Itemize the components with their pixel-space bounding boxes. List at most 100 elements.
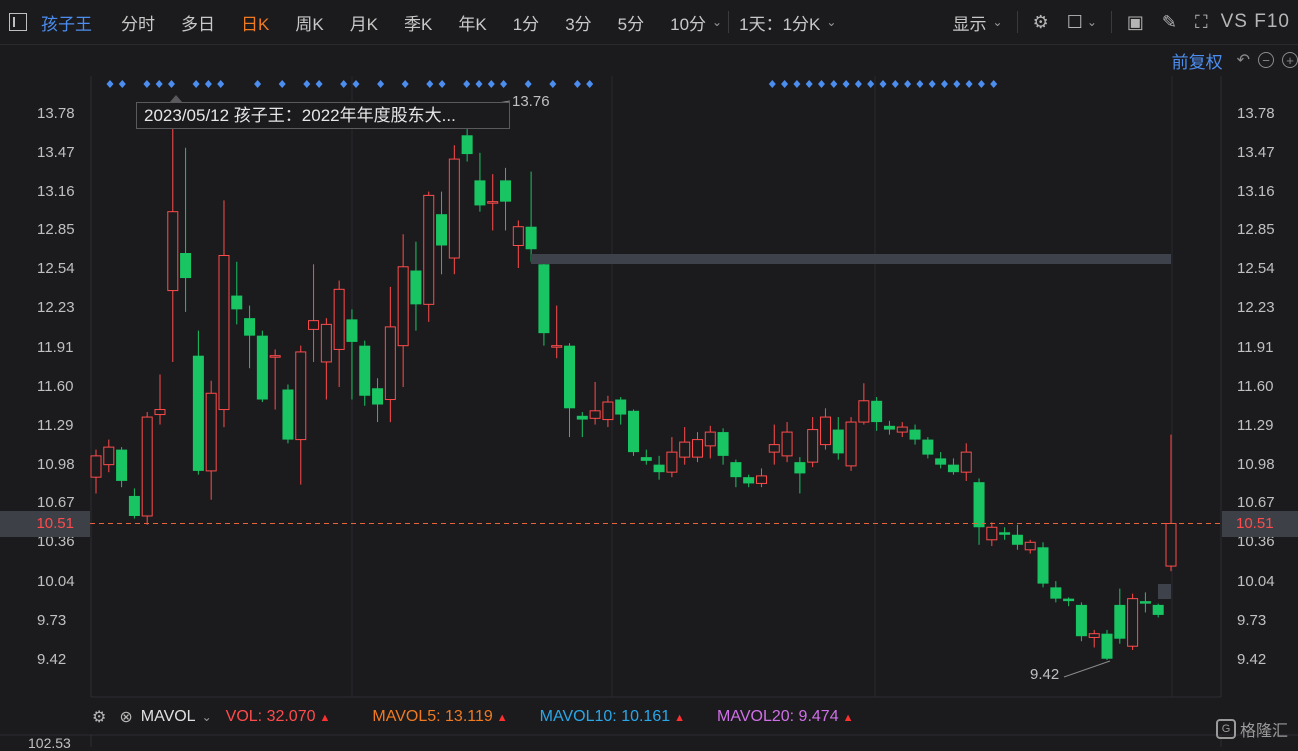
price-tick-label-left: 10.98 — [37, 455, 75, 473]
chevron-down-icon[interactable]: ⌄ — [826, 15, 836, 29]
indicator-select[interactable]: MAVOL — [141, 708, 196, 726]
zoom-in-icon[interactable]: + — [1282, 52, 1298, 68]
candle-body-up — [704, 431, 716, 447]
draw-pencil-icon[interactable]: ✎ — [1162, 12, 1177, 33]
candle-body-down — [999, 532, 1011, 535]
candle-body-down — [359, 345, 371, 396]
tab-5min[interactable]: 5分 — [618, 10, 644, 35]
candle-body-down — [922, 439, 934, 455]
price-tick-label-right: 11.29 — [1237, 416, 1274, 434]
event-marker-icon — [155, 80, 163, 88]
event-marker-icon — [928, 80, 936, 88]
up-arrow-icon: ▲ — [842, 712, 854, 724]
candle-body-down — [1011, 534, 1023, 545]
chevron-down-icon[interactable]: ⌄ — [712, 15, 722, 29]
tooltip-pointer — [170, 95, 182, 102]
mavol20-readout: MAVOL20: 9.474 ▲ — [717, 708, 853, 726]
event-marker-icon — [965, 80, 973, 88]
zoom-out-icon[interactable]: − — [1258, 52, 1274, 68]
event-marker-icon — [953, 80, 961, 88]
tab-monthly-k[interactable]: 月K — [350, 10, 378, 35]
divider — [1016, 11, 1018, 33]
vol-value: 32.070 — [266, 708, 316, 725]
adjust-bar: 前复权 ↶ − + — [1172, 46, 1298, 74]
camera-icon[interactable]: ▣ — [1127, 12, 1144, 33]
event-marker-icon — [854, 80, 862, 88]
candle-body-down — [525, 226, 537, 250]
price-tick-label-right: 10.98 — [1237, 455, 1275, 473]
price-tick-label-right: 13.78 — [1237, 105, 1275, 122]
volume-axis-top-label: 102.53 — [28, 735, 71, 751]
current-price-tag-right: 10.51 — [1222, 511, 1298, 537]
chevron-down-icon[interactable]: ⌄ — [202, 710, 212, 724]
price-tick-label-right: 12.23 — [1237, 299, 1275, 317]
checkbox-icon[interactable]: ☐ — [1067, 12, 1083, 33]
candle-body-down — [743, 477, 755, 484]
tab-intraday[interactable]: 分时 — [121, 10, 155, 35]
candle-body-down — [244, 318, 256, 336]
event-marker-icon — [867, 80, 875, 88]
candle-body-down — [1063, 598, 1075, 602]
candle-body-down — [256, 335, 268, 400]
mavol5-value: 13.119 — [445, 708, 493, 725]
chevron-down-icon[interactable]: ⌄ — [1087, 15, 1097, 29]
candle-body-up — [1024, 541, 1036, 551]
chevron-down-icon[interactable]: ⌄ — [993, 15, 1003, 29]
tab-yearly-k[interactable]: 年K — [458, 10, 486, 35]
price-tick-label-right: 13.47 — [1237, 143, 1275, 161]
candle-body-down — [346, 319, 358, 342]
vs-f10-button[interactable]: VS F10 — [1221, 11, 1290, 33]
candle-body-down — [474, 180, 486, 206]
candle-body-up — [205, 392, 217, 472]
sidebar-toggle-icon[interactable] — [9, 13, 27, 31]
high-price-label: 13.76 — [512, 93, 550, 110]
candle-body-up — [1127, 598, 1139, 647]
mavol20-label: MAVOL20: — [717, 708, 795, 725]
candle-body-up — [602, 401, 614, 421]
price-tick-label-right: 10.67 — [1237, 494, 1275, 512]
stock-name[interactable]: 孩子王 — [41, 10, 92, 35]
candle-body-up — [807, 429, 819, 463]
candle-body-down — [640, 457, 652, 461]
candle-body-down — [372, 388, 384, 405]
tab-1min[interactable]: 1分 — [513, 10, 539, 35]
mavol10-label: MAVOL10: — [539, 708, 617, 725]
tab-quarterly-k[interactable]: 季K — [404, 10, 432, 35]
event-marker-icon — [438, 80, 446, 88]
candle-body-up — [423, 194, 435, 305]
close-icon[interactable]: ⊗ — [119, 707, 132, 727]
event-marker-icon — [586, 80, 594, 88]
display-menu[interactable]: 显示 — [953, 10, 987, 35]
candle-body-up — [448, 158, 460, 259]
tab-weekly-k[interactable]: 周K — [295, 10, 323, 35]
mavol20-value: 9.474 — [798, 708, 839, 725]
settings-gear-icon[interactable]: ⚙ — [92, 707, 106, 727]
fullscreen-icon[interactable]: ⛶ — [1195, 12, 1208, 33]
tab-multiday[interactable]: 多日 — [181, 10, 215, 35]
price-tick-label-left: 10.04 — [37, 573, 75, 591]
event-marker-icon — [475, 80, 483, 88]
event-marker-icon — [768, 80, 776, 88]
event-marker-icon — [254, 80, 262, 88]
candle-body-up — [384, 326, 396, 401]
candle-body-up — [487, 201, 499, 204]
undo-icon[interactable]: ↶ — [1237, 50, 1250, 70]
candle-body-down — [1037, 547, 1049, 584]
candle-body-down — [1114, 604, 1126, 639]
tab-3min[interactable]: 3分 — [565, 10, 591, 35]
period-select[interactable]: 1天：1分K — [739, 10, 820, 35]
candle-body-down — [116, 449, 128, 481]
price-tick-label-right: 9.73 — [1237, 612, 1267, 630]
candle-body-down — [794, 462, 806, 474]
low-price-leader — [1063, 660, 1111, 678]
settings-gear-icon[interactable]: ⚙ — [1033, 12, 1049, 33]
candle-body-down — [180, 253, 192, 279]
event-marker-icon — [192, 80, 200, 88]
tab-daily-k[interactable]: 日K — [241, 10, 269, 35]
mavol10-value: 10.161 — [621, 708, 671, 725]
adjust-type-button[interactable]: 前复权 — [1172, 48, 1223, 73]
event-marker-icon — [143, 80, 151, 88]
current-price-tag-left: 10.51 — [0, 511, 90, 537]
up-arrow-icon: ▲ — [319, 712, 331, 724]
tab-10min[interactable]: 10分 — [670, 10, 706, 35]
